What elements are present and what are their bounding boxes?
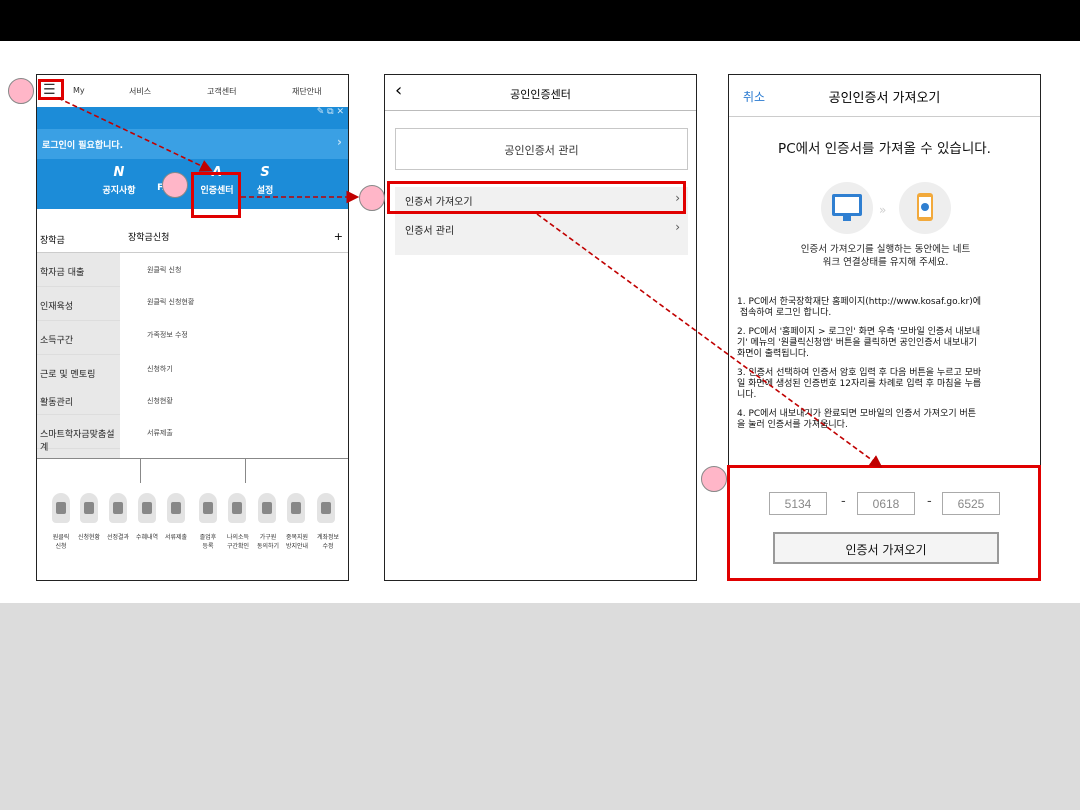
nav-tab-support[interactable]: 고객센터 [207,86,236,97]
category-item[interactable]: 근로 및 멘토링 [37,355,120,383]
bank-icon[interactable] [317,493,335,523]
icon-label: 서류제출 [164,534,188,541]
back-arrow-icon[interactable]: ‹ [395,80,402,101]
step-item: 2. PC에서 '홈페이지 > 로그인' 화면 우측 '모바일 인증서 내보내 … [737,327,981,359]
category-item[interactable]: 스마트학자금맞춤설계 [37,415,120,453]
menu-settings-label: 설정 [256,186,274,196]
document-icon[interactable] [80,493,98,523]
menu-settings[interactable]: S 설정 [235,165,295,196]
page-title: 공인인증센터 [510,88,571,101]
submenu-item[interactable]: 가족정보 수정 [147,330,188,340]
login-text: 로그인이 필요합니다. [42,141,124,151]
svg-text:»: » [879,203,886,217]
callout-box-cert-center [191,172,241,218]
calendar-icon[interactable] [199,493,217,523]
step-item: 3. 인증서 선택하여 인증서 암호 입력 후 다음 버튼을 누르고 모바 일 … [737,368,982,400]
callout-box-import-row [387,181,686,214]
step-list: 1. PC에서 한국장학재단 홈페이지(http://www.kosaf.go.… [737,297,1037,439]
submenu-item[interactable]: 신청현황 [147,396,173,406]
category-header: 장학금 장학금신청 + [37,225,348,253]
icon-label: 나의소득 구간확인 [226,534,250,550]
icon-label: 가구원 동의하기 [256,534,280,550]
settings-icon: S [260,165,270,180]
step-marker-3 [359,185,385,211]
upload-icon[interactable] [167,493,185,523]
income-icon[interactable] [228,493,246,523]
right-header[interactable]: 장학금신청 [128,230,169,243]
pc-to-mobile-illustration: » [821,182,951,234]
category-item[interactable]: 소득구간 [37,321,120,355]
family-icon[interactable] [258,493,276,523]
step-marker-2 [162,172,188,198]
submenu-item[interactable]: 서류제출 [147,428,173,438]
step-marker-4 [701,466,727,492]
screen-header: ‹ 공인인증센터 [385,75,696,111]
notice-line: 인증서 가져오기를 실행하는 동안에는 네트 [800,244,971,255]
nav-tab-service[interactable]: 서비스 [129,86,151,97]
icon-label: 졸업후 등록 [199,534,217,550]
category-item[interactable]: 활동관리 [37,383,120,415]
icon-label: 계좌정보 수정 [316,534,340,550]
submenu-item[interactable]: 원클릭 신청현황 [147,297,194,307]
submenu-item[interactable]: 신청하기 [147,364,173,374]
chevron-right-icon: › [675,220,680,234]
icon-label: 선정결과 [106,534,130,541]
chevron-right-icon: › [337,135,342,149]
category-list: 학자금 대출 인재육성 소득구간 근로 및 멘토링 활동관리 스마트학자금맞춤설… [37,253,120,458]
nav-tab-my[interactable]: My [73,86,85,95]
slide-footer-area [0,603,1080,810]
instruction-heading: PC에서 인증서를 가져올 수 있습니다. [778,141,991,157]
callout-box-menu [38,79,64,100]
icon-label: 신청현황 [77,534,101,541]
plus-icon[interactable]: + [334,230,343,243]
copy-icon[interactable] [287,493,305,523]
network-notice: 인증서 가져오기를 실행하는 동안에는 네트 워크 연결상태를 유지해 주세요. [749,243,1022,269]
step-marker-1 [8,78,34,104]
receipt-icon[interactable] [138,493,156,523]
login-banner[interactable]: 로그인이 필요합니다. › [37,129,348,159]
cancel-button[interactable]: 취소 [743,88,765,105]
left-header[interactable]: 장학금 [40,233,65,246]
cert-center-screen: ‹ 공인인증센터 공인인증서 관리 인증서 가져오기 › 인증서 관리 › [384,74,697,581]
category-item[interactable]: 인재육성 [37,287,120,321]
step-item: 1. PC에서 한국장학재단 홈페이지(http://www.kosaf.go.… [737,297,982,318]
notice-line: 워크 연결상태를 유지해 주세요. [822,257,949,268]
bottom-tab-strip [37,458,348,483]
icon-label: 중복지원 방지안내 [285,534,309,550]
search-doc-icon[interactable] [109,493,127,523]
manage-cert-label: 인증서 관리 [405,226,455,237]
nav-tab-foundation[interactable]: 재단안내 [292,86,321,97]
icon-label: 수혜내역 [135,534,159,541]
step-item: 4. PC에서 내보내기가 완료되면 모바일의 인증서 가져오기 버튼 을 눌러… [737,409,977,430]
toolbar-icons[interactable]: ✎ ⧉ ✕ [317,107,344,117]
callout-box-code-entry [727,465,1041,581]
screen-header: 취소 공인인증서 가져오기 [729,75,1040,117]
slide-header-bar [0,0,1080,41]
category-item[interactable]: 학자금 대출 [37,253,120,287]
manage-cert-row[interactable]: 인증서 관리 › [395,214,688,242]
app-main-menu-screen: ☰ My 서비스 고객센터 재단안내 ✎ ⧉ ✕ 로그인이 필요합니다. › N… [36,74,349,581]
top-nav: ☰ My 서비스 고객센터 재단안내 [37,75,348,107]
magnifier-icon[interactable] [52,493,70,523]
submenu-item[interactable]: 원클릭 신청 [147,265,181,275]
icon-label: 원클릭 신청 [52,534,70,550]
page-title: 공인인증서 가져오기 [828,91,941,106]
cert-manage-button[interactable]: 공인인증서 관리 [395,128,688,170]
